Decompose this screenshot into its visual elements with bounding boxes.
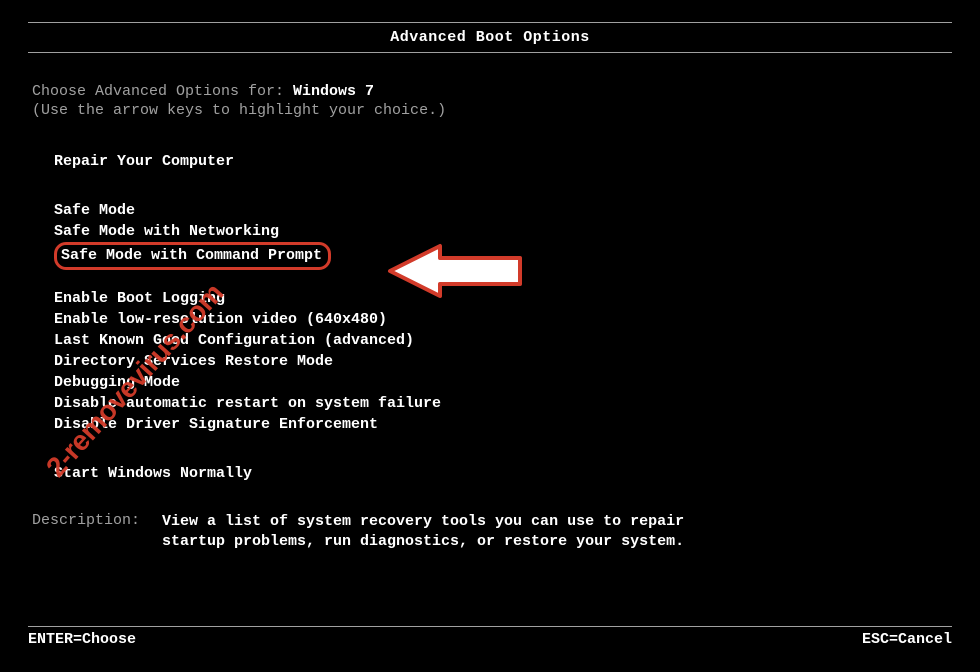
page-title: Advanced Boot Options (28, 22, 952, 53)
menu-item-safe-mode-networking[interactable]: Safe Mode with Networking (54, 221, 948, 242)
menu-group-repair: Repair Your Computer (54, 151, 948, 172)
description-label: Description: (32, 512, 162, 553)
choose-prefix: Choose Advanced Options for: (32, 83, 293, 100)
footer-bar: ENTER=Choose ESC=Cancel (28, 626, 952, 648)
choose-line: Choose Advanced Options for: Windows 7 (32, 83, 948, 100)
content-area: Choose Advanced Options for: Windows 7 (… (0, 53, 980, 553)
menu-item-start-normally[interactable]: Start Windows Normally (54, 463, 948, 484)
menu-item-disable-auto-restart[interactable]: Disable automatic restart on system fail… (54, 393, 948, 414)
footer-esc: ESC=Cancel (862, 631, 952, 648)
boot-options-screen: Advanced Boot Options Choose Advanced Op… (0, 22, 980, 672)
footer-enter: ENTER=Choose (28, 631, 136, 648)
description-text: View a list of system recovery tools you… (162, 512, 742, 553)
menu-item-safe-mode-cmd[interactable]: Safe Mode with Command Prompt (54, 242, 331, 270)
hint-line: (Use the arrow keys to highlight your ch… (32, 102, 948, 119)
menu-group-advanced: Enable Boot Logging Enable low-resolutio… (54, 288, 948, 435)
menu-group-safemode: Safe Mode Safe Mode with Networking Safe… (54, 200, 948, 270)
menu-item-debugging[interactable]: Debugging Mode (54, 372, 948, 393)
menu-item-dsrm[interactable]: Directory Services Restore Mode (54, 351, 948, 372)
menu-item-disable-sig-enforce[interactable]: Disable Driver Signature Enforcement (54, 414, 948, 435)
menu-item-low-res[interactable]: Enable low-resolution video (640x480) (54, 309, 948, 330)
menu-item-last-known-good[interactable]: Last Known Good Configuration (advanced) (54, 330, 948, 351)
menu-item-boot-logging[interactable]: Enable Boot Logging (54, 288, 948, 309)
highlighted-wrap: Safe Mode with Command Prompt (54, 242, 331, 270)
menu-item-safe-mode[interactable]: Safe Mode (54, 200, 948, 221)
description-block: Description: View a list of system recov… (32, 512, 948, 553)
os-name: Windows 7 (293, 83, 374, 100)
menu-item-repair[interactable]: Repair Your Computer (54, 151, 948, 172)
menu-group-normal: Start Windows Normally (54, 463, 948, 484)
